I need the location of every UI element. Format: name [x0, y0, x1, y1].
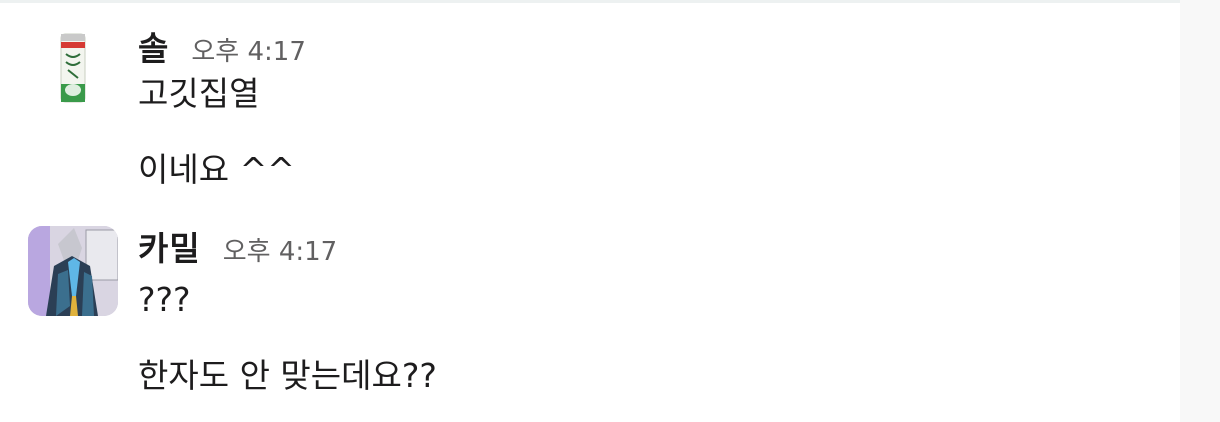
sender-name[interactable]: 카밀 [138, 222, 201, 270]
message-header: 카밀 오후 4:17 [138, 222, 338, 268]
avatar[interactable] [28, 22, 118, 112]
character-portrait-icon [28, 226, 118, 316]
message-text: ??? [138, 280, 191, 319]
message-text: 고깃집열 [138, 74, 260, 113]
sender-name[interactable]: 솔 [138, 22, 169, 70]
timestamp[interactable]: 오후 4:17 [223, 231, 338, 268]
top-divider [0, 0, 1220, 3]
avatar[interactable] [28, 226, 118, 316]
scroll-gutter [1180, 0, 1220, 422]
message-text: 이네요 ^^ [138, 150, 295, 189]
message-text: 한자도 안 맞는데요?? [138, 356, 437, 395]
message-header: 솔 오후 4:17 [138, 22, 306, 68]
canned-drink-icon [28, 22, 118, 112]
timestamp[interactable]: 오후 4:17 [191, 31, 306, 68]
